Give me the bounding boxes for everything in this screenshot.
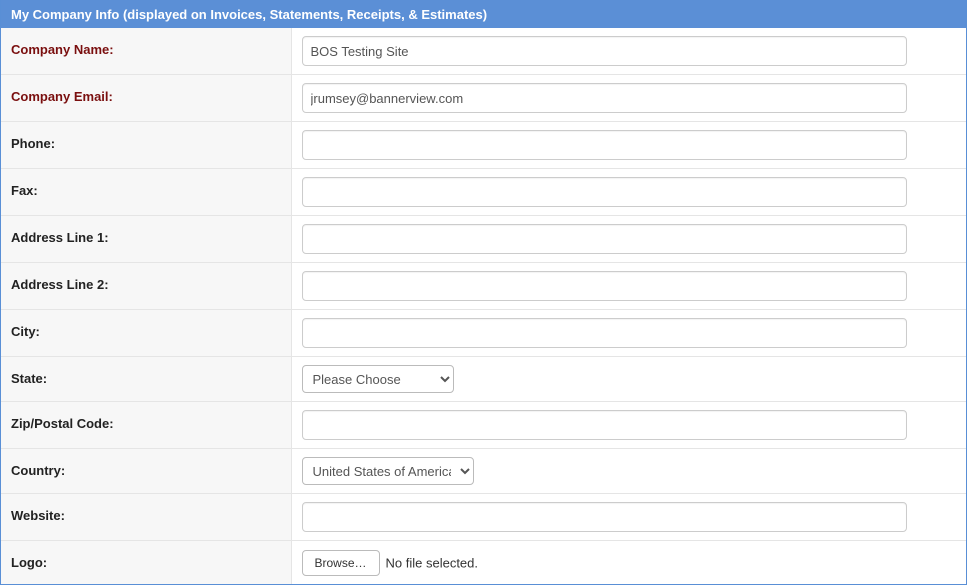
country-label: Country: (1, 449, 291, 494)
company-email-cell (291, 75, 966, 122)
city-cell (291, 310, 966, 357)
company-email-label: Company Email: (1, 75, 291, 122)
address-line-2-cell (291, 263, 966, 310)
form-row-address-line-2: Address Line 2: (1, 263, 966, 310)
website-input[interactable] (302, 502, 907, 532)
company-name-input[interactable] (302, 36, 907, 66)
logo-browse-button[interactable]: Browse… (302, 550, 380, 576)
address-line-1-input[interactable] (302, 224, 907, 254)
panel-header: My Company Info (displayed on Invoices, … (1, 0, 966, 28)
website-cell (291, 494, 966, 541)
country-select[interactable]: United States of America (302, 457, 474, 485)
address-line-1-label: Address Line 1: (1, 216, 291, 263)
form-row-logo: Logo: Browse… No file selected. (1, 541, 966, 585)
phone-cell (291, 122, 966, 169)
city-label: City: (1, 310, 291, 357)
fax-cell (291, 169, 966, 216)
form-row-company-name: Company Name: (1, 28, 966, 75)
phone-input[interactable] (302, 130, 907, 160)
company-info-form: Company Name:Company Email:Phone:Fax:Add… (1, 28, 966, 584)
form-row-company-email: Company Email: (1, 75, 966, 122)
country-cell: United States of America (291, 449, 966, 494)
form-row-phone: Phone: (1, 122, 966, 169)
zip-label: Zip/Postal Code: (1, 402, 291, 449)
address-line-2-input[interactable] (302, 271, 907, 301)
fax-input[interactable] (302, 177, 907, 207)
company-email-input[interactable] (302, 83, 907, 113)
logo-cell: Browse… No file selected. (291, 541, 966, 585)
company-name-label: Company Name: (1, 28, 291, 75)
form-row-zip: Zip/Postal Code: (1, 402, 966, 449)
logo-file-status: No file selected. (386, 555, 479, 570)
form-row-country: Country: United States of America (1, 449, 966, 494)
form-row-state: State: Please Choose (1, 357, 966, 402)
city-input[interactable] (302, 318, 907, 348)
address-line-1-cell (291, 216, 966, 263)
address-line-2-label: Address Line 2: (1, 263, 291, 310)
form-row-fax: Fax: (1, 169, 966, 216)
phone-label: Phone: (1, 122, 291, 169)
form-row-address-line-1: Address Line 1: (1, 216, 966, 263)
fax-label: Fax: (1, 169, 291, 216)
form-row-website: Website: (1, 494, 966, 541)
state-select[interactable]: Please Choose (302, 365, 454, 393)
company-name-cell (291, 28, 966, 75)
zip-input[interactable] (302, 410, 907, 440)
website-label: Website: (1, 494, 291, 541)
form-row-city: City: (1, 310, 966, 357)
logo-label: Logo: (1, 541, 291, 585)
state-label: State: (1, 357, 291, 402)
company-info-panel: My Company Info (displayed on Invoices, … (0, 0, 967, 585)
state-cell: Please Choose (291, 357, 966, 402)
zip-cell (291, 402, 966, 449)
